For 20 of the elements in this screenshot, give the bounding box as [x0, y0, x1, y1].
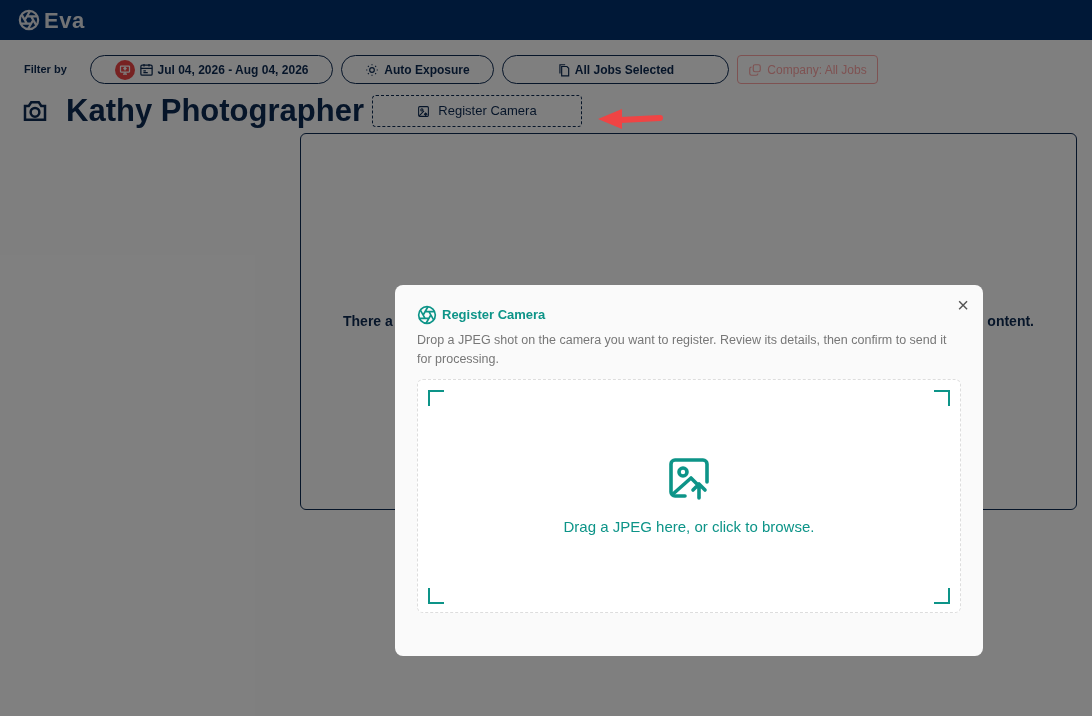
copy-icon	[748, 62, 763, 77]
empty-state-text: ontent.	[987, 312, 1034, 331]
dialog-title: Register Camera	[442, 306, 546, 325]
upload-badge-icon	[114, 59, 135, 80]
filter-label: Filter by	[24, 62, 68, 78]
image-upload-icon	[417, 104, 431, 118]
dialog-description: Drop a JPEG shot on the camera you want to register. Review its details, then confirm to send it for processing.	[417, 332, 948, 368]
pointer-arrow	[596, 108, 664, 130]
sun-icon	[365, 62, 380, 77]
copy-icon	[556, 62, 571, 77]
page-title: Kathy Photographer	[66, 91, 365, 130]
logo-text: Eva	[44, 6, 85, 35]
close-button[interactable]: ×	[957, 295, 969, 315]
drop-zone-text: Drag a JPEG here, or click to browse.	[563, 516, 815, 537]
register-camera-button[interactable]: Register Camera	[372, 95, 582, 127]
empty-state-text: There a	[343, 312, 393, 331]
aperture-icon	[417, 305, 437, 325]
calendar-icon	[138, 62, 154, 77]
aperture-icon	[18, 9, 40, 31]
drop-zone[interactable]: Drag a JPEG here, or click to browse.	[417, 379, 961, 613]
